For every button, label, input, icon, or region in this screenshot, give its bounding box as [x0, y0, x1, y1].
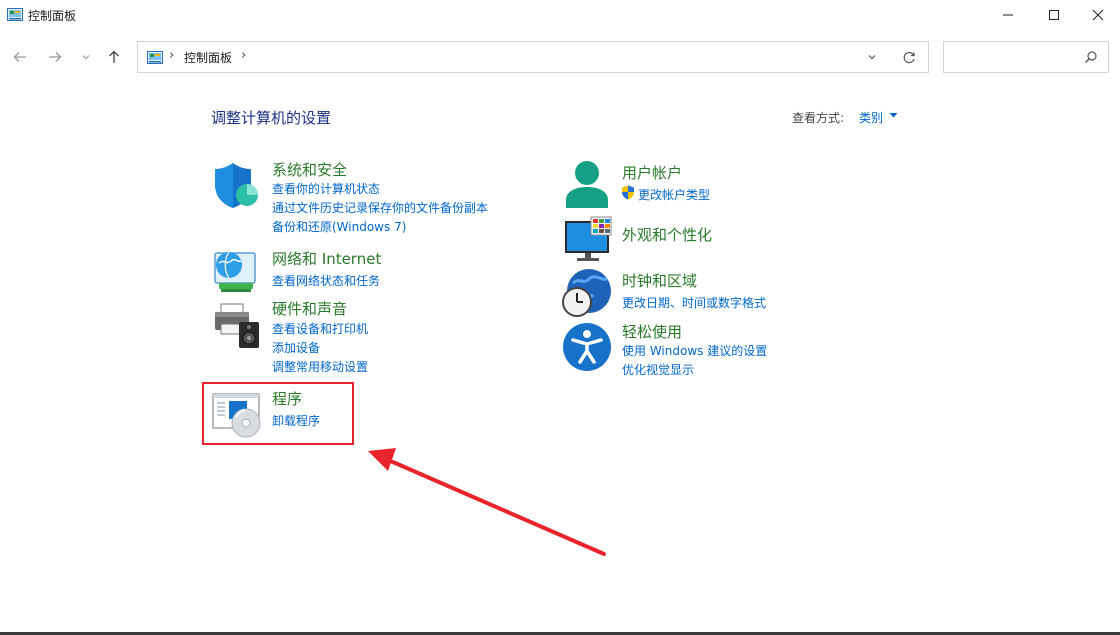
arrow-up-icon [109, 50, 119, 63]
minimize-icon [1003, 14, 1013, 16]
refresh-button[interactable] [900, 49, 918, 67]
recent-locations-button[interactable] [75, 46, 97, 68]
shield-icon[interactable] [211, 160, 263, 212]
breadcrumb-control-panel[interactable]: 控制面板 [184, 49, 232, 66]
accessibility-icon[interactable] [561, 321, 613, 373]
chevron-right-icon[interactable]: › [169, 48, 174, 63]
link-add-device[interactable]: 添加设备 [272, 339, 320, 356]
minimize-button[interactable] [985, 0, 1031, 30]
address-bar[interactable]: › 控制面板 › [137, 41, 929, 73]
uac-shield-icon [622, 185, 634, 200]
view-by-dropdown[interactable]: 类别 [859, 109, 883, 126]
category-clock-region[interactable]: 时钟和区域 [622, 270, 697, 291]
maximize-icon [1049, 10, 1059, 20]
caret-down-icon[interactable] [889, 112, 898, 119]
arrow-left-icon [13, 52, 26, 62]
chevron-right-icon[interactable]: › [241, 48, 246, 63]
highlight-box [202, 382, 354, 445]
close-icon [1092, 9, 1104, 21]
search-icon [1085, 51, 1097, 63]
link-backup-restore-win7[interactable]: 备份和还原(Windows 7) [272, 218, 406, 235]
close-button[interactable] [1075, 0, 1120, 30]
control-panel-icon [147, 51, 163, 64]
link-windows-suggested-settings[interactable]: 使用 Windows 建议的设置 [622, 342, 767, 359]
arrow-right-icon [49, 52, 62, 62]
forward-button[interactable] [44, 46, 66, 68]
link-view-computer-status[interactable]: 查看你的计算机状态 [272, 180, 380, 197]
link-optimize-visual-display[interactable]: 优化视觉显示 [622, 361, 694, 378]
monitor-palette-icon[interactable] [563, 215, 615, 267]
user-icon[interactable] [561, 158, 613, 210]
category-hardware-sound[interactable]: 硬件和声音 [272, 298, 347, 319]
address-dropdown-button[interactable] [864, 49, 880, 65]
category-system-security[interactable]: 系统和安全 [272, 159, 347, 180]
refresh-icon [903, 51, 915, 64]
annotation-arrow-icon [368, 448, 606, 556]
link-change-account-type[interactable]: 更改帐户类型 [638, 186, 710, 203]
navigation-bar: › 控制面板 › [0, 38, 1120, 78]
link-change-date-time-format[interactable]: 更改日期、时间或数字格式 [622, 294, 766, 311]
printer-speaker-icon[interactable] [211, 300, 263, 352]
link-network-status[interactable]: 查看网络状态和任务 [272, 272, 380, 289]
link-devices-printers[interactable]: 查看设备和打印机 [272, 320, 368, 337]
search-box[interactable] [943, 41, 1109, 73]
category-user-accounts[interactable]: 用户帐户 [622, 162, 682, 183]
page-heading: 调整计算机的设置 [211, 109, 332, 127]
view-by-label: 查看方式: [792, 111, 845, 125]
network-globe-icon[interactable] [211, 245, 263, 297]
window-title: 控制面板 [28, 9, 77, 23]
category-appearance-personalization[interactable]: 外观和个性化 [622, 224, 712, 245]
chevron-down-icon [82, 55, 90, 60]
chevron-down-icon [868, 55, 876, 60]
up-button[interactable] [103, 46, 125, 68]
clock-globe-icon[interactable] [561, 267, 613, 319]
link-mobility-settings[interactable]: 调整常用移动设置 [272, 358, 368, 375]
title-bar: 控制面板 [0, 0, 1120, 32]
link-file-history-backup[interactable]: 通过文件历史记录保存你的文件备份副本 [272, 199, 488, 216]
category-ease-of-access[interactable]: 轻松使用 [622, 321, 682, 342]
control-panel-icon [7, 8, 23, 21]
back-button[interactable] [9, 46, 31, 68]
category-network-internet[interactable]: 网络和 Internet [272, 248, 381, 269]
maximize-button[interactable] [1031, 0, 1077, 30]
